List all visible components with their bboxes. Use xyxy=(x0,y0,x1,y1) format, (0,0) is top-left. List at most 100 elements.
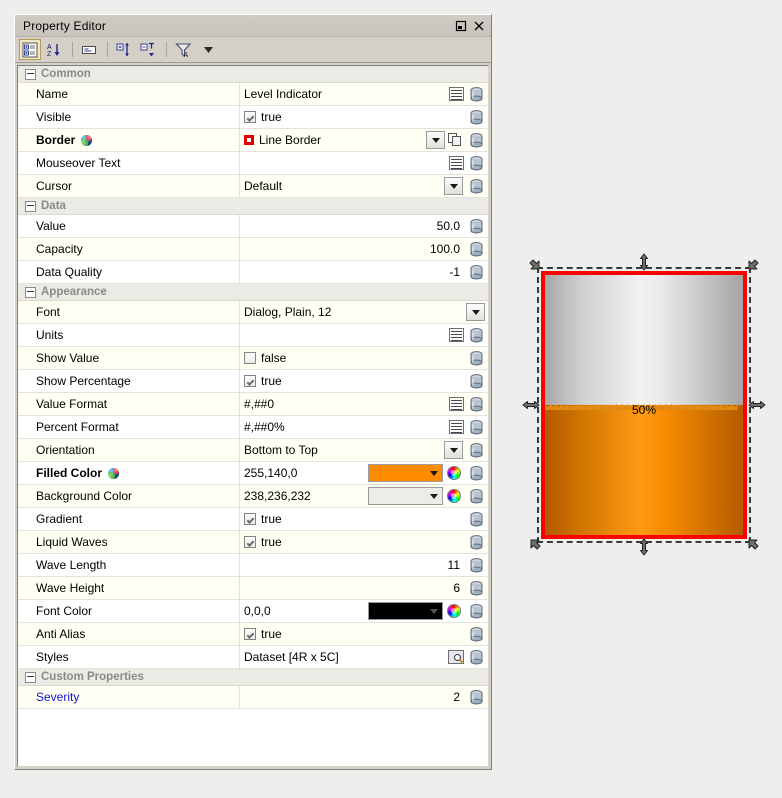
property-value-cell[interactable]: Dialog, Plain, 12 xyxy=(240,301,488,323)
dropdown-button[interactable] xyxy=(426,131,445,149)
binding-icon[interactable] xyxy=(468,109,485,126)
property-value-cell[interactable]: true xyxy=(240,623,488,645)
resize-handle-bottom-right[interactable] xyxy=(744,535,762,553)
property-value-cell[interactable]: 11 xyxy=(240,554,488,576)
property-value-cell[interactable]: Dataset [4R x 5C] xyxy=(240,646,488,668)
property-value-cell[interactable]: 2 xyxy=(240,686,488,708)
binding-icon[interactable] xyxy=(468,465,485,482)
section-header-data[interactable]: Data xyxy=(18,198,488,215)
property-value-cell[interactable]: 238,236,232 xyxy=(240,485,488,507)
resize-handle-bottom-left[interactable] xyxy=(526,535,544,553)
binding-icon[interactable] xyxy=(468,132,485,149)
section-header-common[interactable]: Common xyxy=(18,66,488,83)
property-row-wave-height[interactable]: Wave Height6 xyxy=(18,577,488,600)
categorized-icon[interactable] xyxy=(19,39,41,60)
sort-az-icon[interactable]: A Z xyxy=(43,39,65,60)
property-row-value[interactable]: Value50.0 xyxy=(18,215,488,238)
property-value-cell[interactable]: false xyxy=(240,347,488,369)
property-value-cell[interactable] xyxy=(240,152,488,174)
binding-icon[interactable] xyxy=(468,689,485,706)
binding-icon[interactable] xyxy=(468,350,485,367)
copy-button[interactable] xyxy=(448,133,462,147)
binding-icon[interactable] xyxy=(468,419,485,436)
dropdown-button[interactable] xyxy=(466,303,485,321)
checkbox[interactable] xyxy=(244,536,256,548)
resize-handle-top-center[interactable] xyxy=(635,253,653,271)
property-row-font-color[interactable]: Font Color0,0,0 xyxy=(18,600,488,623)
binding-icon[interactable] xyxy=(468,442,485,459)
resize-handle-middle-right[interactable] xyxy=(748,396,766,414)
binding-icon[interactable] xyxy=(468,155,485,172)
property-row-severity[interactable]: Severity2 xyxy=(18,686,488,709)
property-row-visible[interactable]: Visibletrue xyxy=(18,106,488,129)
property-row-background-color[interactable]: Background Color238,236,232 xyxy=(18,485,488,508)
filter-icon[interactable]: A xyxy=(172,39,194,60)
text-editor-icon[interactable] xyxy=(449,420,464,434)
property-row-anti-alias[interactable]: Anti Aliastrue xyxy=(18,623,488,646)
resize-handle-bottom-center[interactable] xyxy=(635,538,653,556)
binding-icon[interactable] xyxy=(468,86,485,103)
property-row-show-value[interactable]: Show Valuefalse xyxy=(18,347,488,370)
checkbox[interactable] xyxy=(244,352,256,364)
binding-icon[interactable] xyxy=(468,603,485,620)
checkbox[interactable] xyxy=(244,111,256,123)
checkbox[interactable] xyxy=(244,375,256,387)
binding-icon[interactable] xyxy=(468,488,485,505)
color-swatch[interactable] xyxy=(368,464,443,482)
dropdown-button[interactable] xyxy=(444,441,463,459)
property-value-cell[interactable]: true xyxy=(240,531,488,553)
collapse-all-icon[interactable] xyxy=(137,39,159,60)
checkbox[interactable] xyxy=(244,513,256,525)
text-editor-icon[interactable] xyxy=(449,87,464,101)
property-value-cell[interactable]: 0,0,0 xyxy=(240,600,488,622)
binding-icon[interactable] xyxy=(468,218,485,235)
color-wheel-icon[interactable] xyxy=(447,604,461,618)
property-value-cell[interactable]: Default xyxy=(240,175,488,197)
binding-icon[interactable] xyxy=(468,241,485,258)
color-swatch[interactable] xyxy=(368,487,443,505)
resize-handle-top-right[interactable] xyxy=(744,256,762,274)
property-row-data-quality[interactable]: Data Quality-1 xyxy=(18,261,488,284)
property-row-cursor[interactable]: CursorDefault xyxy=(18,175,488,198)
binding-icon[interactable] xyxy=(468,396,485,413)
property-value-cell[interactable]: Level Indicator xyxy=(240,83,488,105)
collapse-icon[interactable] xyxy=(25,201,36,212)
binding-icon[interactable] xyxy=(468,511,485,528)
binding-icon[interactable] xyxy=(468,580,485,597)
property-row-gradient[interactable]: Gradienttrue xyxy=(18,508,488,531)
property-row-name[interactable]: NameLevel Indicator xyxy=(18,83,488,106)
description-icon[interactable] xyxy=(78,39,100,60)
text-editor-icon[interactable] xyxy=(449,328,464,342)
property-row-units[interactable]: Units xyxy=(18,324,488,347)
close-button[interactable] xyxy=(471,18,487,34)
text-editor-icon[interactable] xyxy=(449,156,464,170)
property-value-cell[interactable]: -1 xyxy=(240,261,488,283)
inspect-icon[interactable] xyxy=(448,650,464,664)
property-row-border[interactable]: BorderLine Border xyxy=(18,129,488,152)
binding-icon[interactable] xyxy=(468,557,485,574)
property-value-cell[interactable]: Line Border xyxy=(240,129,488,151)
binding-icon[interactable] xyxy=(468,373,485,390)
resize-handle-top-left[interactable] xyxy=(526,256,544,274)
collapse-icon[interactable] xyxy=(25,69,36,80)
property-value-cell[interactable]: true xyxy=(240,106,488,128)
property-row-orientation[interactable]: OrientationBottom to Top xyxy=(18,439,488,462)
binding-icon[interactable] xyxy=(468,264,485,281)
property-row-font[interactable]: FontDialog, Plain, 12 xyxy=(18,301,488,324)
property-value-cell[interactable] xyxy=(240,324,488,346)
property-row-value-format[interactable]: Value Format#,##0 xyxy=(18,393,488,416)
chevron-down-icon[interactable] xyxy=(200,40,216,60)
property-value-cell[interactable]: Bottom to Top xyxy=(240,439,488,461)
property-value-cell[interactable]: 100.0 xyxy=(240,238,488,260)
section-header-appearance[interactable]: Appearance xyxy=(18,284,488,301)
property-value-cell[interactable]: 6 xyxy=(240,577,488,599)
property-row-mouseover-text[interactable]: Mouseover Text xyxy=(18,152,488,175)
property-value-cell[interactable]: 50.0 xyxy=(240,215,488,237)
collapse-icon[interactable] xyxy=(25,672,36,683)
dropdown-button[interactable] xyxy=(444,177,463,195)
binding-icon[interactable] xyxy=(468,327,485,344)
section-header-custom-properties[interactable]: Custom Properties xyxy=(18,669,488,686)
checkbox[interactable] xyxy=(244,628,256,640)
property-row-wave-length[interactable]: Wave Length11 xyxy=(18,554,488,577)
resize-handle-middle-left[interactable] xyxy=(522,396,540,414)
